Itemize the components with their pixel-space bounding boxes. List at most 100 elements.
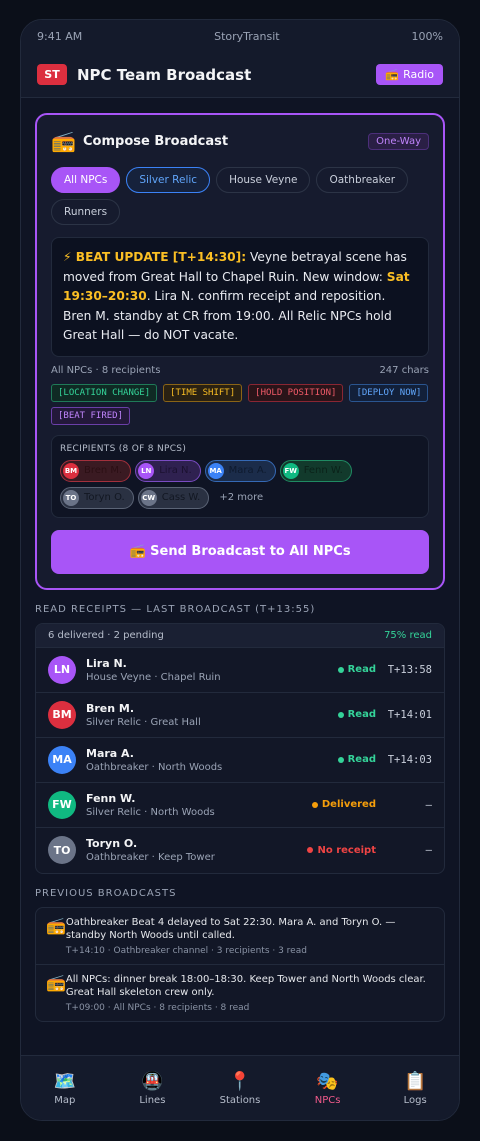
status-dot-icon xyxy=(337,711,344,718)
avatar: TO xyxy=(48,836,76,864)
quick-tags: [LOCATION CHANGE] [TIME SHIFT] [HOLD POSIT… xyxy=(51,383,429,425)
tab-label: NPCs xyxy=(314,1094,341,1106)
previous-broadcast-text: Oathbreaker Beat 4 delayed to Sat 22:30.… xyxy=(65,916,396,942)
receipt-list: LN Lira N. House Veyne · Chapel Ruin Read T+… xyxy=(36,648,444,873)
channel-chip[interactable]: Silver Relic xyxy=(126,167,211,193)
tab-logs[interactable]: 📋 Logs xyxy=(377,1071,453,1106)
receipt-row[interactable]: LN Lira N. House Veyne · Chapel Ruin Read T+… xyxy=(36,648,444,693)
receipt-time: – xyxy=(425,798,432,811)
channel-chip[interactable]: House Veyne xyxy=(216,167,311,193)
compose-title: Compose Broadcast xyxy=(83,133,229,149)
previous-broadcast-body: Oathbreaker Beat 4 delayed to Sat 22:30.… xyxy=(66,916,434,956)
recipient-chip[interactable]: FW Fenn W. xyxy=(279,459,352,482)
npc-location: House Veyne · Chapel Ruin xyxy=(86,671,221,683)
tab-npcs[interactable]: 🎭 NPCs xyxy=(290,1071,366,1106)
channel-chip[interactable]: All NPCs xyxy=(51,167,121,193)
receipt-info: Fenn W. Silver Relic · North Woods xyxy=(86,792,312,818)
recipients-title: RECIPIENTS (8 OF 8 NPCS) xyxy=(60,443,187,454)
main-content: 📻 Compose Broadcast One-Way All NPCs Silv… xyxy=(21,98,459,1022)
status-dot-icon xyxy=(337,666,344,673)
avatar: FW xyxy=(48,790,76,819)
status-battery: 100% xyxy=(411,29,443,43)
receipt-info: Toryn O. Oathbreaker · Keep Tower xyxy=(86,837,307,863)
channel-chip[interactable]: Oathbreaker xyxy=(316,167,409,193)
quick-tag[interactable]: [TIME SHIFT] xyxy=(163,383,243,402)
char-count: 247 chars xyxy=(379,364,429,376)
previous-broadcast-meta: T+09:00 · All NPCs · 8 recipients · 8 re… xyxy=(65,1002,250,1013)
status-dot-icon xyxy=(311,801,318,808)
radio-button[interactable]: 📻 Radio xyxy=(376,64,443,85)
channel-chip[interactable]: Runners xyxy=(51,199,121,225)
recipient-name: Bren M. xyxy=(84,465,123,476)
receipt-info: Bren M. Silver Relic · Great Hall xyxy=(86,702,338,728)
receipt-row[interactable]: FW Fenn W. Silver Relic · North Woods Deliv… xyxy=(36,783,444,828)
receipt-time: T+13:58 xyxy=(387,663,432,676)
recipient-name: Fenn W. xyxy=(303,465,343,476)
npc-name: Mara A. xyxy=(86,746,134,760)
receipt-status-label: No receipt xyxy=(317,844,376,856)
receipts-section-title: READ RECEIPTS — LAST BROADCAST (T+13:55) xyxy=(35,603,316,615)
receipt-status-label: Read xyxy=(347,664,376,675)
receipt-row[interactable]: TO Toryn O. Oathbreaker · Keep Tower No rec… xyxy=(36,828,444,873)
recipient-chip[interactable]: BM Bren M. xyxy=(60,459,132,482)
npc-location: Oathbreaker · North Woods xyxy=(86,761,223,773)
tab-label: Map xyxy=(54,1094,76,1106)
quick-tag[interactable]: [BEAT FIRED] xyxy=(51,406,131,425)
radio-icon: 📻 xyxy=(385,68,400,81)
recipient-chip[interactable]: LN Lira N. xyxy=(135,459,201,482)
recipient-chip[interactable]: CW Cass W. xyxy=(137,486,210,509)
tab-map[interactable]: 🗺️ Map xyxy=(27,1071,103,1106)
compose-header: 📻 Compose Broadcast One-Way xyxy=(51,129,429,153)
status-dot-icon xyxy=(337,756,344,763)
quick-tag[interactable]: [DEPLOY NOW] xyxy=(349,383,429,402)
page-title: NPC Team Broadcast xyxy=(77,65,252,84)
compose-meta: All NPCs · 8 recipients 247 chars xyxy=(51,365,429,376)
status-dot-icon xyxy=(307,847,314,853)
recipient-chip[interactable]: MA Mara A. xyxy=(204,459,276,482)
read-percent: 75% read xyxy=(384,629,432,641)
receipt-status-label: Read xyxy=(347,709,376,720)
tab-label: Stations xyxy=(219,1094,261,1106)
avatar: TO xyxy=(63,489,79,506)
tab-stations[interactable]: 📍 Stations xyxy=(202,1071,278,1106)
send-broadcast-button[interactable]: 📻 Send Broadcast to All NPCs xyxy=(51,529,429,574)
train-icon: 🚇 xyxy=(141,1070,164,1092)
status-bar: 9:41 AM StoryTransit 100% xyxy=(21,20,459,52)
app-header: ST NPC Team Broadcast 📻 Radio xyxy=(21,52,459,98)
receipt-info: Lira N. House Veyne · Chapel Ruin xyxy=(86,657,338,683)
tab-lines[interactable]: 🚇 Lines xyxy=(114,1071,190,1106)
receipt-status: No receipt xyxy=(307,845,376,856)
radio-button-label: Radio xyxy=(403,68,434,81)
quick-tag[interactable]: [LOCATION CHANGE] xyxy=(51,383,158,402)
clipboard-icon: 📋 xyxy=(403,1070,427,1092)
tab-label: Logs xyxy=(403,1094,427,1106)
more-recipients-link[interactable]: +2 more xyxy=(219,492,263,503)
avatar: BM xyxy=(48,700,76,729)
message-input[interactable]: ⚡ BEAT UPDATE [T+14:30]: Veyne betrayal … xyxy=(51,237,429,357)
npc-name: Toryn O. xyxy=(86,837,138,850)
message-beat-label: ⚡ BEAT UPDATE [T+14:30]: xyxy=(63,250,247,264)
previous-broadcast-text: All NPCs: dinner break 18:00–18:30. Keep… xyxy=(65,973,426,999)
receipt-time: T+14:01 xyxy=(387,708,432,721)
receipts-summary: 6 delivered · 2 pending xyxy=(48,629,164,641)
recipients-summary: All NPCs · 8 recipients xyxy=(51,364,161,376)
recipient-chip[interactable]: TO Toryn O. xyxy=(60,486,134,509)
receipt-row[interactable]: BM Bren M. Silver Relic · Great Hall Read T+… xyxy=(36,693,444,738)
previous-section-title: PREVIOUS BROADCASTS xyxy=(35,887,177,899)
avatar: MA xyxy=(207,462,224,479)
npc-location: Silver Relic · Great Hall xyxy=(86,716,201,728)
quick-tag[interactable]: [HOLD POSITION] xyxy=(248,383,344,402)
receipt-status: Read xyxy=(337,709,376,720)
receipts-summary-bar: 6 delivered · 2 pending 75% read xyxy=(36,623,444,648)
receipt-status: Read xyxy=(337,664,376,675)
npc-location: Oathbreaker · Keep Tower xyxy=(86,852,215,863)
recipients-box: RECIPIENTS (8 OF 8 NPCS) BM Bren M. LN Lira… xyxy=(51,434,429,518)
previous-broadcast-item[interactable]: 📻 All NPCs: dinner break 18:00–18:30. Kee… xyxy=(36,965,444,1021)
recipient-name: Mara A. xyxy=(228,465,267,476)
compose-panel: 📻 Compose Broadcast One-Way All NPCs Silv… xyxy=(35,113,445,590)
avatar: LN xyxy=(138,462,155,479)
previous-broadcast-item[interactable]: 📻 Oathbreaker Beat 4 delayed to Sat 22:30… xyxy=(36,908,444,965)
recipient-name: Lira N. xyxy=(159,465,192,476)
receipt-row[interactable]: MA Mara A. Oathbreaker · North Woods Read T+… xyxy=(36,738,444,783)
avatar: LN xyxy=(48,655,76,684)
